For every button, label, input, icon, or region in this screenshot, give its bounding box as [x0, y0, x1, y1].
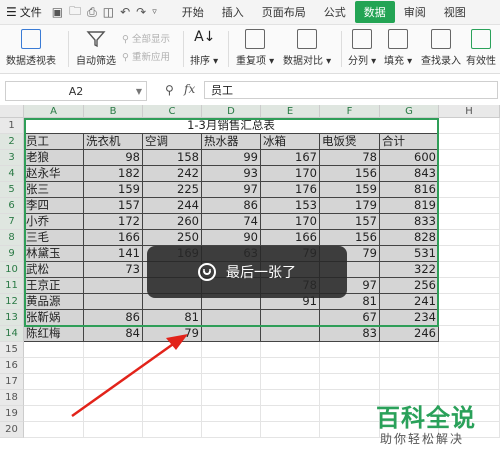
watermark-logo: 百科全说 助你轻松解决 — [370, 398, 498, 454]
watermark-slogan: 助你轻松解决 — [380, 432, 465, 446]
watermark-brand: 百科全说 — [376, 404, 476, 432]
red-arrow-annotation — [71, 334, 188, 418]
